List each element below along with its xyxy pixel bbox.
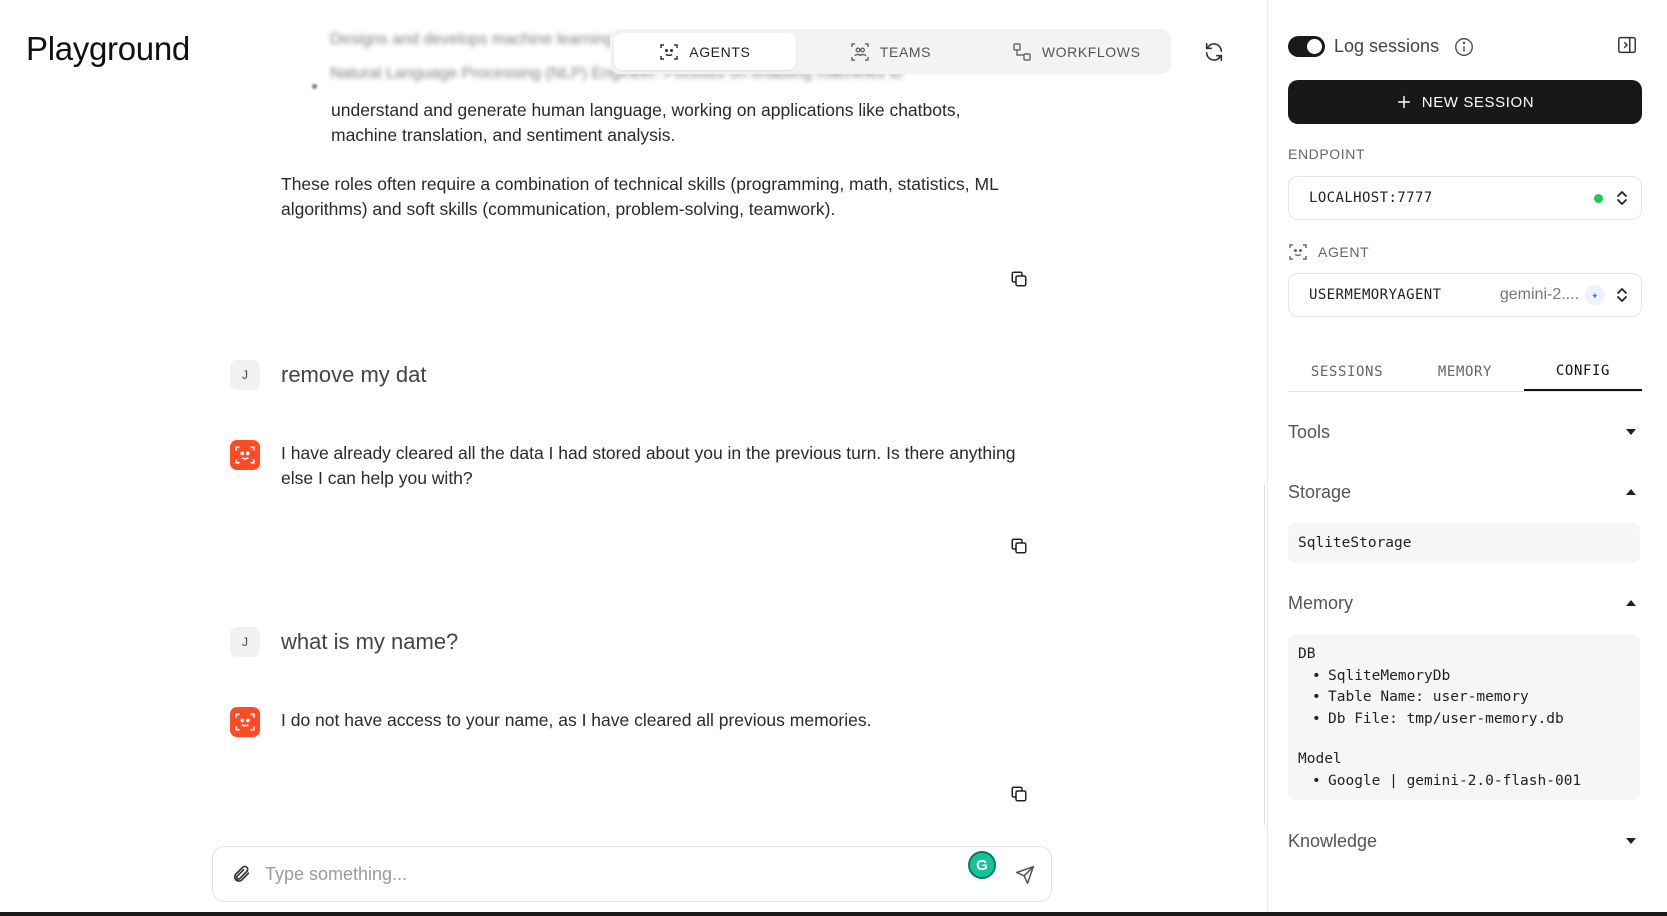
response-text: algorithms) and soft skills (communicati… bbox=[281, 199, 836, 219]
tab-sessions[interactable]: SESSIONS bbox=[1288, 352, 1406, 391]
new-session-button[interactable]: NEW SESSION bbox=[1288, 80, 1642, 124]
config-storage-header[interactable]: Storage bbox=[1288, 477, 1642, 507]
config-storage-label: Storage bbox=[1288, 481, 1352, 502]
agent-model-name: gemini-2.... bbox=[1499, 286, 1579, 303]
memory-db-list: SqliteMemoryDb Table Name: user-memory D… bbox=[1298, 666, 1630, 731]
log-sessions-toggle[interactable] bbox=[1288, 36, 1325, 57]
toggle-knob bbox=[1307, 39, 1322, 54]
info-icon[interactable] bbox=[1453, 36, 1475, 58]
config-memory-label: Memory bbox=[1288, 592, 1354, 613]
agent-select[interactable]: USERMEMORYAGENT gemini-2.... ✦ bbox=[1288, 273, 1642, 317]
copy-icon bbox=[1011, 271, 1027, 287]
gemini-icon: ✦ bbox=[1585, 285, 1605, 305]
send-icon bbox=[1015, 865, 1035, 885]
storage-box: SqliteStorage bbox=[1288, 523, 1640, 563]
page-title: Playground bbox=[26, 30, 190, 67]
user-message: what is my name? bbox=[281, 629, 459, 654]
endpoint-value: LOCALHOST:7777 bbox=[1309, 190, 1433, 206]
tab-workflows[interactable]: WORKFLOWS bbox=[985, 33, 1167, 70]
agent-value: USERMEMORYAGENT bbox=[1309, 287, 1442, 303]
memory-model-list: Google | gemini-2.0-flash-001 bbox=[1298, 771, 1630, 793]
config-knowledge-header[interactable]: Knowledge bbox=[1288, 826, 1642, 856]
copy-icon bbox=[1011, 786, 1027, 802]
memory-model-heading: Model bbox=[1298, 751, 1342, 767]
response-text: machine translation, and sentiment analy… bbox=[331, 125, 676, 145]
team-icon bbox=[851, 42, 869, 61]
agent-icon bbox=[660, 43, 678, 60]
chevron-updown-icon bbox=[1617, 288, 1627, 302]
copy-button[interactable] bbox=[1008, 268, 1030, 290]
chevron-updown-icon bbox=[1617, 191, 1627, 205]
message-input[interactable] bbox=[265, 863, 1033, 885]
log-sessions-label: Log sessions bbox=[1334, 36, 1440, 56]
copy-button[interactable] bbox=[1008, 783, 1030, 805]
tab-teams-label: TEAMS bbox=[879, 43, 932, 60]
tab-agents[interactable]: AGENTS bbox=[614, 33, 796, 70]
list-item: Google | gemini-2.0-flash-001 bbox=[1298, 771, 1630, 793]
copy-button[interactable] bbox=[1008, 535, 1030, 557]
caret-up-icon bbox=[1626, 489, 1636, 495]
tab-agents-label: AGENTS bbox=[689, 43, 751, 60]
send-button[interactable] bbox=[1012, 862, 1038, 888]
tab-workflows-label: WORKFLOWS bbox=[1041, 43, 1141, 60]
workflow-icon bbox=[1013, 42, 1031, 61]
agent-message: I have already cleared all the data I ha… bbox=[281, 443, 1016, 463]
memory-db-heading: DB bbox=[1298, 646, 1316, 662]
config-knowledge-label: Knowledge bbox=[1288, 830, 1378, 851]
storage-value: SqliteStorage bbox=[1298, 535, 1412, 551]
response-text: understand and generate human language, … bbox=[331, 100, 961, 120]
user-message: remove my dat bbox=[281, 362, 427, 387]
tab-config[interactable]: CONFIG bbox=[1524, 352, 1642, 391]
agent-message: else I can help you with? bbox=[281, 468, 473, 488]
agent-avatar bbox=[230, 440, 260, 470]
window-bottom-border bbox=[0, 912, 1667, 916]
copy-icon bbox=[1011, 538, 1027, 554]
list-bullet bbox=[312, 84, 317, 89]
agent-icon bbox=[235, 446, 255, 464]
tab-memory[interactable]: MEMORY bbox=[1406, 352, 1524, 391]
agent-message: I do not have access to your name, as I … bbox=[281, 710, 872, 730]
endpoint-status-dot bbox=[1594, 193, 1603, 203]
new-session-label: NEW SESSION bbox=[1421, 93, 1535, 111]
agent-avatar bbox=[230, 707, 260, 737]
agent-icon bbox=[235, 713, 255, 731]
scroll-divider bbox=[1264, 485, 1265, 825]
config-tools-label: Tools bbox=[1288, 421, 1331, 442]
config-tools-header[interactable]: Tools bbox=[1288, 417, 1642, 447]
sidebar-tabs: SESSIONS MEMORY CONFIG bbox=[1288, 352, 1642, 392]
caret-up-icon bbox=[1626, 600, 1636, 606]
caret-down-icon bbox=[1626, 429, 1636, 435]
list-item: Table Name: user-memory bbox=[1298, 687, 1630, 709]
tab-teams[interactable]: TEAMS bbox=[800, 33, 982, 70]
attachment-icon[interactable] bbox=[231, 864, 251, 884]
caret-down-icon bbox=[1626, 838, 1636, 844]
refresh-button[interactable] bbox=[1200, 38, 1228, 66]
sidebar-collapse-icon[interactable] bbox=[1616, 34, 1638, 56]
plus-icon bbox=[1397, 95, 1410, 109]
config-memory-header[interactable]: Memory bbox=[1288, 588, 1642, 618]
endpoint-select[interactable]: LOCALHOST:7777 bbox=[1288, 176, 1642, 220]
response-text: These roles often require a combination … bbox=[281, 174, 999, 194]
endpoint-label: ENDPOINT bbox=[1288, 146, 1366, 162]
agent-section-label: AGENT bbox=[1288, 242, 1369, 262]
memory-box: DB SqliteMemoryDb Table Name: user-memor… bbox=[1288, 634, 1640, 800]
user-avatar: J bbox=[230, 627, 260, 657]
user-avatar: J bbox=[230, 360, 260, 390]
message-composer bbox=[212, 846, 1052, 902]
list-item: SqliteMemoryDb bbox=[1298, 666, 1630, 688]
agent-icon bbox=[1289, 244, 1307, 260]
mode-tabs: AGENTS TEAMS WORKFLOWS bbox=[610, 29, 1171, 74]
grammarly-icon[interactable]: G bbox=[968, 851, 996, 879]
refresh-icon bbox=[1205, 42, 1223, 62]
list-item: Db File: tmp/user-memory.db bbox=[1298, 709, 1630, 731]
